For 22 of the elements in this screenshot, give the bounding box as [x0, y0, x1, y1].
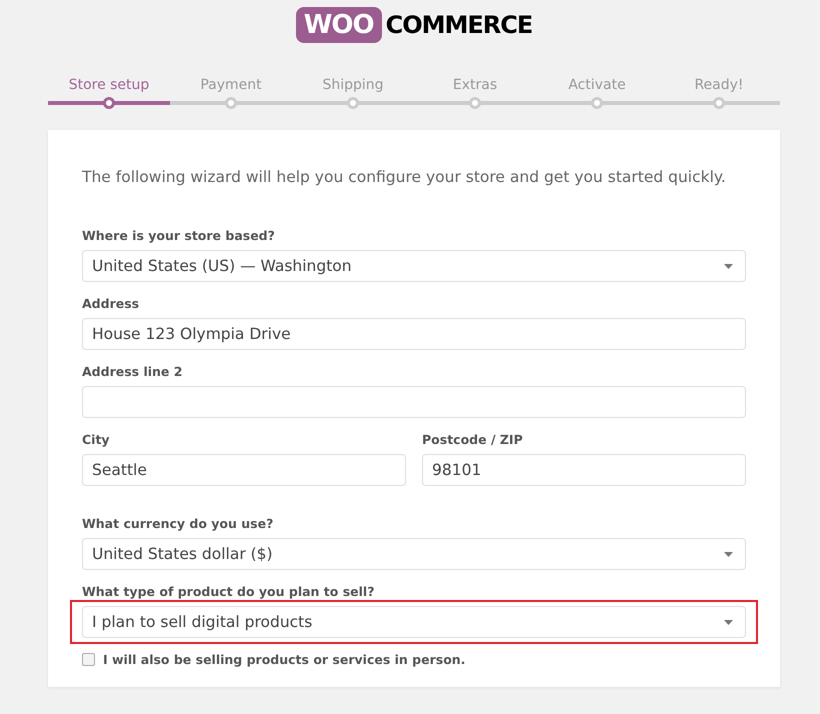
field-label: What currency do you use?	[82, 516, 274, 531]
logo-badge: WOO	[296, 7, 382, 43]
field-label: City	[82, 432, 111, 447]
select-field[interactable]: United States dollar ($)	[82, 538, 746, 570]
input-field[interactable]: House 123 Olympia Drive	[82, 318, 746, 350]
field-label: What type of product do you plan to sell?	[82, 584, 376, 599]
field-label: Address	[82, 296, 140, 311]
field-label: Address line 2	[82, 364, 184, 379]
input-field[interactable]	[82, 386, 746, 418]
caret-icon	[724, 620, 733, 624]
intro-text: The following wizard will help you configure your store and get you started quickly.	[82, 168, 727, 186]
checkbox-label: I will also be selling products or services in person.	[103, 652, 466, 667]
checkbox[interactable]	[82, 653, 95, 666]
select-field[interactable]: United States (US) — Washington	[82, 250, 746, 282]
field-label: Postcode / ZIP	[422, 432, 524, 447]
caret-icon	[724, 552, 733, 556]
caret-icon	[724, 264, 733, 268]
field-label: Where is your store based?	[82, 228, 276, 243]
logo-wordmark: COMMERCE	[386, 11, 532, 39]
input-field[interactable]: 98101	[422, 454, 746, 486]
select-field[interactable]: I plan to sell digital products	[82, 606, 746, 638]
input-field[interactable]: Seattle	[82, 454, 406, 486]
